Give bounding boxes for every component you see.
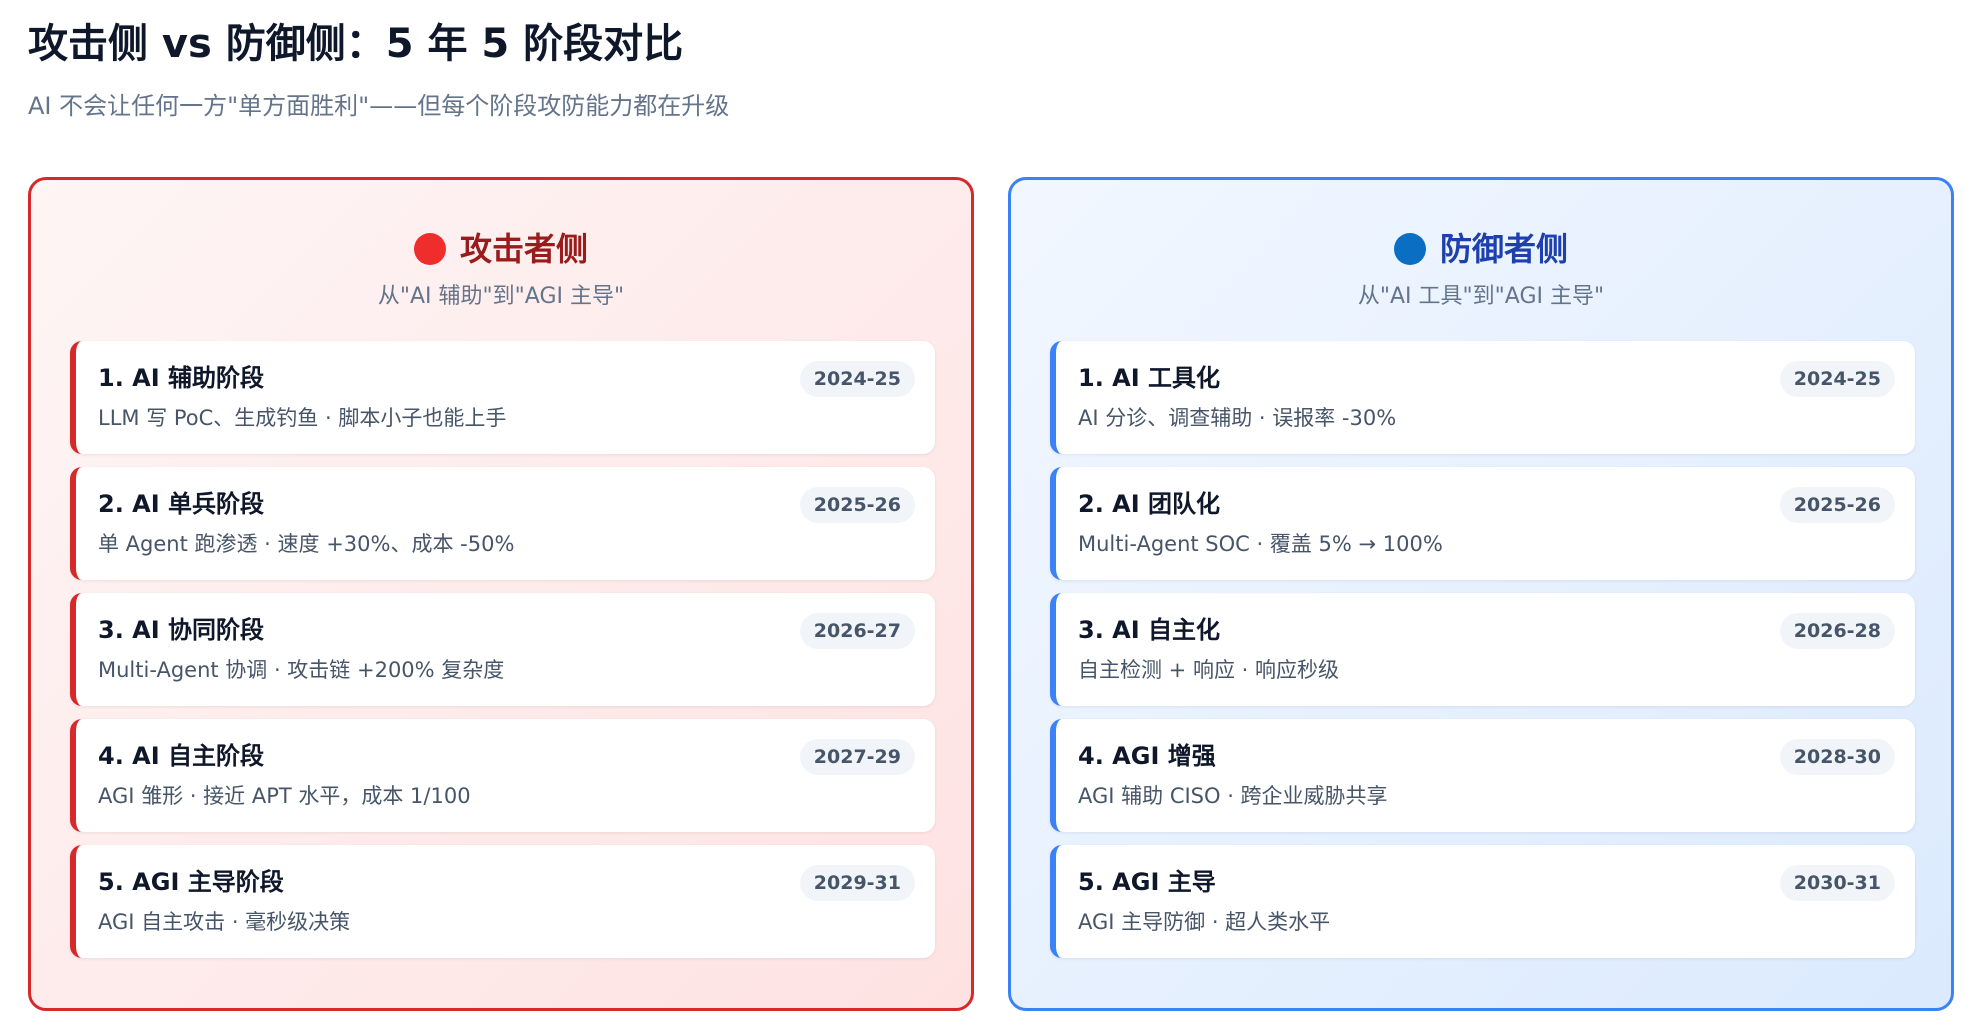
defender-panel: 防御者侧 从"AI 工具"到"AGI 主导" 1. AI 工具化 AI 分诊、调…	[1008, 177, 1954, 1011]
red-circle-icon	[413, 233, 446, 265]
attacker-stage-card-5: 5. AGI 主导阶段 AGI 自主攻击 · 毫秒级决策 2029-31	[70, 845, 935, 958]
stage-name: 2. AI 单兵阶段	[98, 490, 265, 518]
defender-stage-card-2: 2. AI 团队化 Multi-Agent SOC · 覆盖 5% → 100%…	[1050, 467, 1915, 580]
defender-stage-card-4: 4. AGI 增强 AGI 辅助 CISO · 跨企业威胁共享 2028-30	[1050, 719, 1915, 832]
stage-name: 4. AI 自主阶段	[98, 742, 265, 770]
stage-period-badge: 2025-26	[799, 487, 915, 523]
stage-name: 3. AI 协同阶段	[98, 616, 265, 644]
attacker-panel-subtitle: 从"AI 辅助"到"AGI 主导"	[377, 284, 625, 309]
attacker-stage-list: 1. AI 辅助阶段 LLM 写 PoC、生成钓鱼 · 脚本小子也能上手 202…	[70, 341, 935, 971]
stage-name: 2. AI 团队化	[1078, 490, 1221, 518]
stage-period-badge: 2030-31	[1779, 865, 1895, 901]
stage-name: 1. AI 工具化	[1078, 364, 1221, 392]
attacker-panel-header: 攻击者侧	[31, 224, 971, 274]
stage-name: 3. AI 自主化	[1078, 616, 1221, 644]
stage-description: LLM 写 PoC、生成钓鱼 · 脚本小子也能上手	[98, 406, 507, 430]
stage-period-badge: 2024-25	[1779, 361, 1895, 397]
stage-period-badge: 2026-28	[1779, 613, 1895, 649]
stage-name: 4. AGI 增强	[1078, 742, 1216, 770]
defender-panel-title: 防御者侧	[1439, 230, 1568, 268]
stage-name: 1. AI 辅助阶段	[98, 364, 265, 392]
stage-name: 5. AGI 主导阶段	[98, 868, 284, 896]
attacker-stage-card-2: 2. AI 单兵阶段 单 Agent 跑渗透 · 速度 +30%、成本 -50%…	[70, 467, 935, 580]
attacker-stage-card-3: 3. AI 协同阶段 Multi-Agent 协调 · 攻击链 +200% 复杂…	[70, 593, 935, 706]
stage-description: Multi-Agent 协调 · 攻击链 +200% 复杂度	[98, 658, 505, 682]
page-title: 攻击侧 vs 防御侧：5 年 5 阶段对比	[28, 21, 684, 67]
defender-stage-card-1: 1. AI 工具化 AI 分诊、调查辅助 · 误报率 -30% 2024-25	[1050, 341, 1915, 454]
stage-description: 自主检测 + 响应 · 响应秒级	[1078, 658, 1339, 682]
stage-description: AGI 雏形 · 接近 APT 水平，成本 1/100	[98, 784, 471, 808]
stage-period-badge: 2028-30	[1779, 739, 1895, 775]
stage-period-badge: 2024-25	[799, 361, 915, 397]
stage-description: AGI 辅助 CISO · 跨企业威胁共享	[1078, 784, 1388, 808]
page-subtitle: AI 不会让任何一方"单方面胜利"——但每个阶段攻防能力都在升级	[28, 92, 730, 120]
stage-description: AGI 主导防御 · 超人类水平	[1078, 910, 1331, 934]
attacker-panel: 攻击者侧 从"AI 辅助"到"AGI 主导" 1. AI 辅助阶段 LLM 写 …	[28, 177, 974, 1011]
defender-stage-card-3: 3. AI 自主化 自主检测 + 响应 · 响应秒级 2026-28	[1050, 593, 1915, 706]
stage-period-badge: 2025-26	[1779, 487, 1895, 523]
attacker-panel-title: 攻击者侧	[459, 230, 588, 268]
stage-description: AI 分诊、调查辅助 · 误报率 -30%	[1078, 406, 1397, 430]
defender-stage-list: 1. AI 工具化 AI 分诊、调查辅助 · 误报率 -30% 2024-25 …	[1050, 341, 1915, 971]
stage-period-badge: 2029-31	[799, 865, 915, 901]
stage-description: 单 Agent 跑渗透 · 速度 +30%、成本 -50%	[98, 532, 515, 556]
stage-name: 5. AGI 主导	[1078, 868, 1216, 896]
defender-stage-card-5: 5. AGI 主导 AGI 主导防御 · 超人类水平 2030-31	[1050, 845, 1915, 958]
stage-description: AGI 自主攻击 · 毫秒级决策	[98, 910, 351, 934]
attacker-stage-card-1: 1. AI 辅助阶段 LLM 写 PoC、生成钓鱼 · 脚本小子也能上手 202…	[70, 341, 935, 454]
attacker-stage-card-4: 4. AI 自主阶段 AGI 雏形 · 接近 APT 水平，成本 1/100 2…	[70, 719, 935, 832]
defender-panel-header: 防御者侧	[1011, 224, 1951, 274]
stage-period-badge: 2027-29	[799, 739, 915, 775]
stage-description: Multi-Agent SOC · 覆盖 5% → 100%	[1078, 532, 1443, 556]
stage-period-badge: 2026-27	[799, 613, 915, 649]
defender-panel-subtitle: 从"AI 工具"到"AGI 主导"	[1357, 284, 1605, 309]
blue-circle-icon	[1393, 233, 1426, 265]
